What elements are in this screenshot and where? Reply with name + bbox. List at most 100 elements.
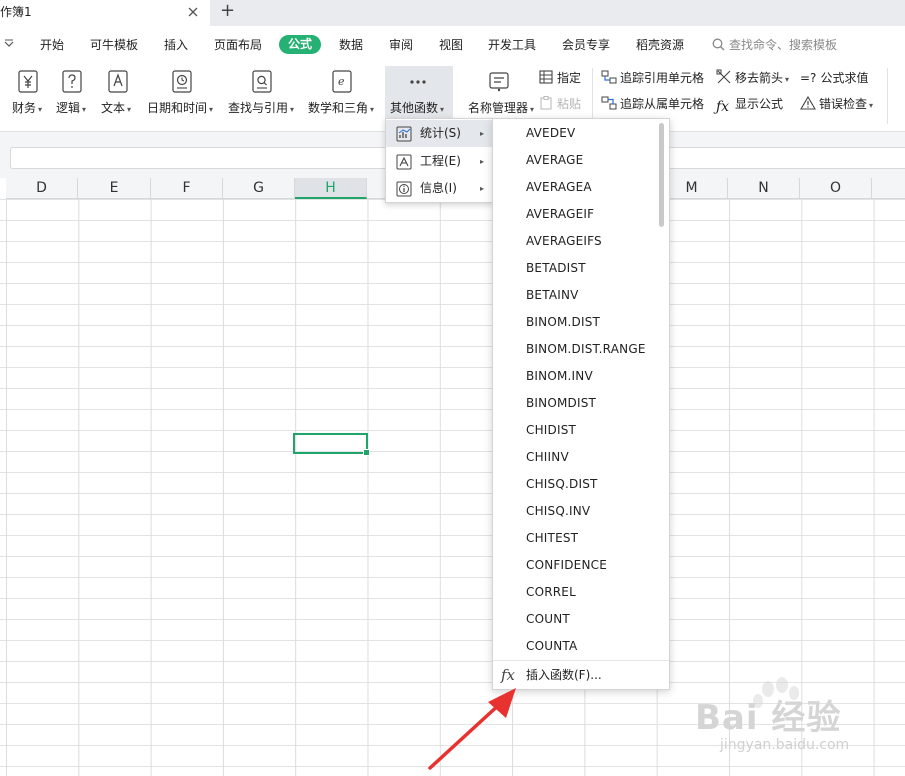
function-item[interactable]: CHITEST <box>526 525 578 552</box>
remove-arrows-button[interactable]: 移去箭头 ▾ <box>716 68 789 88</box>
column-header-h[interactable]: H <box>295 178 367 199</box>
spreadsheet-app: 工作簿1 + 开始 可牛模板 插入 页面布局 公式 数据 审阅 视图 开发工具 … <box>0 0 905 776</box>
other-functions-menu: 统计(S) ▸ 工程(E) ▸ 信息(I) ▸ <box>385 118 493 203</box>
math-label: 数学和三角 <box>308 99 374 116</box>
evaluate-formula-button[interactable]: =? 公式求值 <box>800 68 868 88</box>
column-header-f[interactable]: F <box>151 178 223 199</box>
logic-function-button[interactable]: 逻辑 <box>52 66 92 118</box>
close-icon[interactable] <box>186 5 200 19</box>
menu-insert[interactable]: 插入 <box>164 36 188 54</box>
menu-data[interactable]: 数据 <box>339 36 363 54</box>
menu-view[interactable]: 视图 <box>439 36 463 54</box>
function-item[interactable]: CORREL <box>526 579 576 606</box>
menu-member[interactable]: 会员专享 <box>562 36 610 54</box>
trace-precedents-button[interactable]: 追踪引用单元格 <box>601 68 704 88</box>
insert-function-label: 插入函数(F)... <box>526 668 602 682</box>
paste-name-button[interactable]: 粘贴 <box>538 94 581 114</box>
function-item[interactable]: BINOM.DIST <box>526 309 600 336</box>
warning-triangle-icon <box>800 95 816 110</box>
column-header-g[interactable]: G <box>223 178 295 199</box>
clock-icon <box>172 70 192 93</box>
menu-review[interactable]: 审阅 <box>389 36 413 54</box>
search-book-icon <box>252 70 272 93</box>
trace-dependents-label: 追踪从属单元格 <box>620 97 705 111</box>
column-header-o[interactable]: O <box>800 178 872 199</box>
engineering-icon <box>396 154 412 170</box>
new-tab-button[interactable]: + <box>220 2 238 22</box>
function-item[interactable]: CHIINV <box>526 444 569 471</box>
function-item[interactable]: BINOM.DIST.RANGE <box>526 336 646 363</box>
function-item[interactable]: AVERAGE <box>526 147 583 174</box>
specify-button[interactable]: 指定 <box>538 68 581 88</box>
function-item[interactable]: CHIDIST <box>526 417 576 444</box>
datetime-function-button[interactable]: 日期和时间 <box>145 66 219 118</box>
function-item[interactable]: AVEDEV <box>526 120 575 147</box>
function-item[interactable]: CONFIDENCE <box>526 552 607 579</box>
menu-item-engineering[interactable]: 工程(E) ▸ <box>386 148 492 175</box>
function-item[interactable]: BINOM.INV <box>526 363 593 390</box>
statistics-functions-menu: AVEDEV AVERAGE AVERAGEA AVERAGEIF AVERAG… <box>492 118 670 690</box>
function-item[interactable]: AVERAGEIFS <box>526 228 602 255</box>
function-item[interactable]: BINOMDIST <box>526 390 596 417</box>
menu-item-statistics[interactable]: 统计(S) ▸ <box>386 120 492 147</box>
function-item[interactable]: BETADIST <box>526 255 586 282</box>
chevron-down-icon[interactable] <box>4 39 14 49</box>
engineering-label: 工程(E) <box>420 154 461 168</box>
trace-dependents-icon <box>601 96 617 110</box>
math-function-button[interactable]: e 数学和三角 <box>306 66 380 118</box>
remove-arrows-label: 移去箭头 <box>735 71 784 85</box>
name-manager-button[interactable]: 名称管理器 <box>464 66 536 118</box>
error-check-button[interactable]: 错误检查 ▾ <box>800 94 873 114</box>
finance-label: 财务 <box>12 99 42 116</box>
text-label: 文本 <box>101 99 131 116</box>
menu-scrollbar[interactable] <box>659 123 664 227</box>
remove-arrows-icon <box>716 69 731 84</box>
evaluate-formula-label: 公式求值 <box>820 71 869 85</box>
function-item[interactable]: COUNT <box>526 606 570 633</box>
active-cell[interactable] <box>293 433 370 456</box>
other-functions-button[interactable]: 其他函数 <box>385 66 453 118</box>
show-formulas-label: 显示公式 <box>735 97 784 111</box>
function-item[interactable]: COUNTA <box>526 633 577 660</box>
menu-formulas[interactable]: 公式 <box>279 35 322 54</box>
chart-icon <box>396 126 412 142</box>
finance-function-button[interactable]: 财务 <box>8 66 48 118</box>
menu-home[interactable]: 开始 <box>40 36 64 54</box>
function-item[interactable]: AVERAGEIF <box>526 201 594 228</box>
chevron-right-icon: ▸ <box>480 157 485 166</box>
watermark-subtext: jingyan.baidu.com <box>720 737 850 753</box>
menu-resources[interactable]: 稻壳资源 <box>636 36 684 54</box>
name-manager-label: 名称管理器 <box>468 99 534 116</box>
chevron-right-icon: ▸ <box>480 129 485 138</box>
column-header-next[interactable] <box>872 178 905 199</box>
text-a-icon <box>108 70 128 93</box>
datetime-label: 日期和时间 <box>147 99 213 116</box>
fx-icon: ƒx <box>716 99 730 115</box>
function-item[interactable]: BETAINV <box>526 282 579 309</box>
watermark-text: Bai 经验 <box>695 698 842 738</box>
trace-precedents-label: 追踪引用单元格 <box>620 71 705 85</box>
lookup-function-button[interactable]: 查找与引用 <box>226 66 300 118</box>
menu-page-layout[interactable]: 页面布局 <box>214 36 262 54</box>
menu-templates[interactable]: 可牛模板 <box>90 36 138 54</box>
column-header-e[interactable]: E <box>78 178 151 199</box>
function-item[interactable]: CHISQ.INV <box>526 498 590 525</box>
trace-dependents-button[interactable]: 追踪从属单元格 <box>601 94 704 114</box>
menu-developer[interactable]: 开发工具 <box>488 36 536 54</box>
column-header-n[interactable]: N <box>728 178 800 199</box>
column-header-d[interactable]: D <box>6 178 78 199</box>
yen-icon <box>18 70 38 93</box>
menu-item-information[interactable]: 信息(I) ▸ <box>386 175 492 202</box>
text-function-button[interactable]: 文本 <box>97 66 137 118</box>
info-icon <box>396 181 412 197</box>
lookup-label: 查找与引用 <box>228 99 294 116</box>
document-tab[interactable]: 工作簿1 <box>0 0 210 26</box>
statistics-label: 统计(S) <box>420 126 461 140</box>
function-item[interactable]: CHISQ.DIST <box>526 471 598 498</box>
chevron-right-icon: ▸ <box>480 184 485 193</box>
name-manager-icon <box>489 72 509 92</box>
menu-bar: 开始 可牛模板 插入 页面布局 公式 数据 审阅 视图 开发工具 会员专享 稻壳… <box>0 26 905 62</box>
chevron-down-icon: ▾ <box>785 75 790 84</box>
show-formulas-button[interactable]: ƒx 显示公式 <box>716 94 784 115</box>
function-item[interactable]: AVERAGEA <box>526 174 592 201</box>
